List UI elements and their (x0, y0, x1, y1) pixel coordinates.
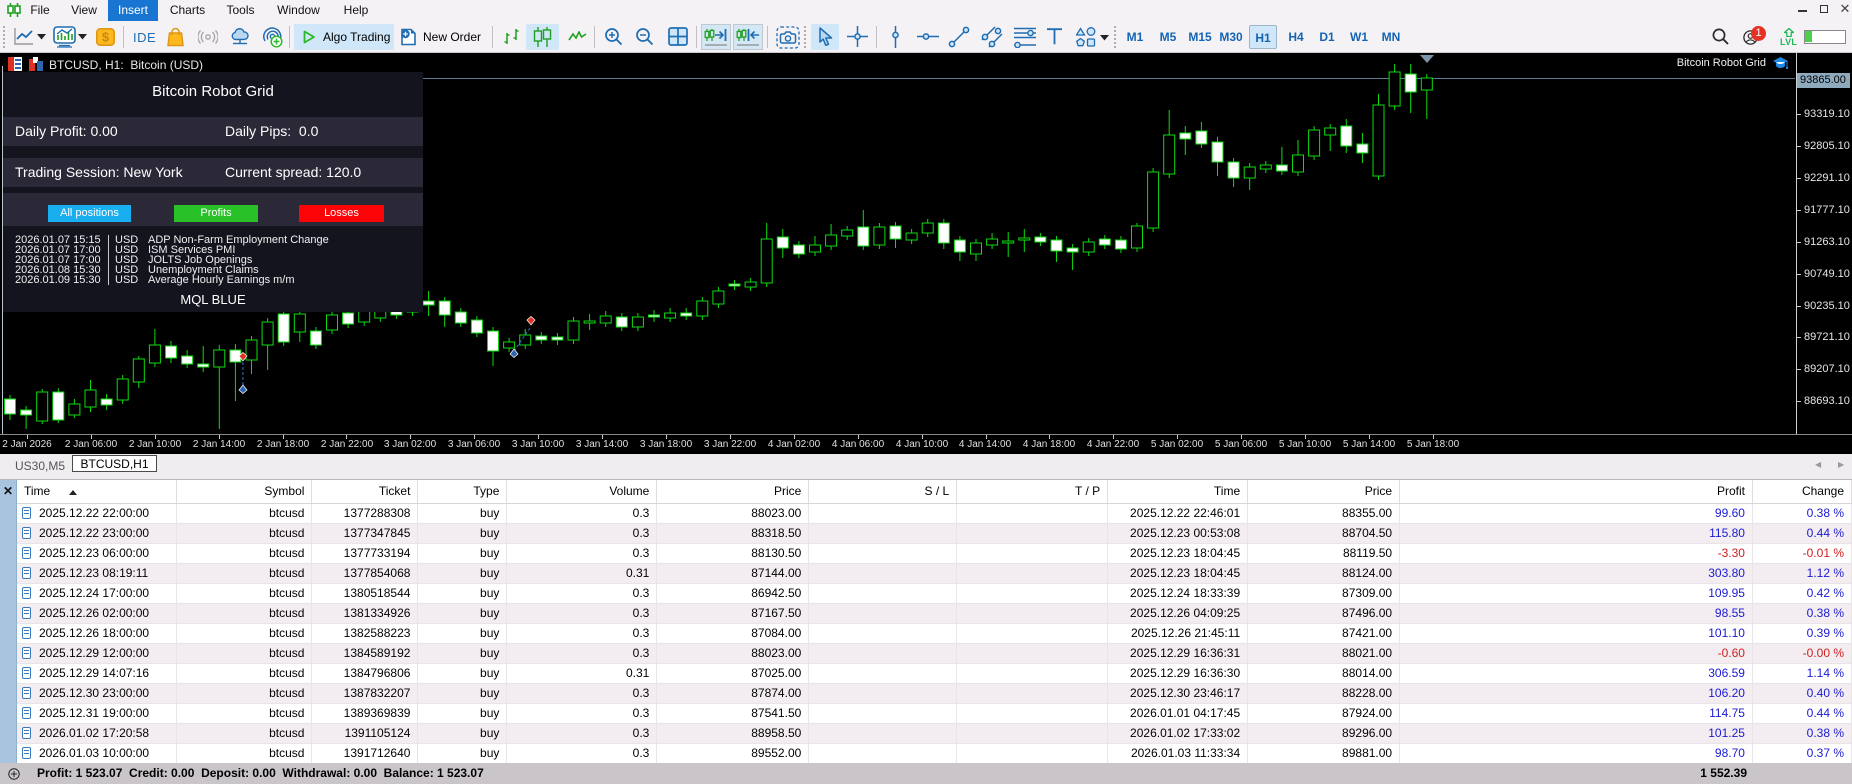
svg-text:$: $ (102, 30, 110, 45)
